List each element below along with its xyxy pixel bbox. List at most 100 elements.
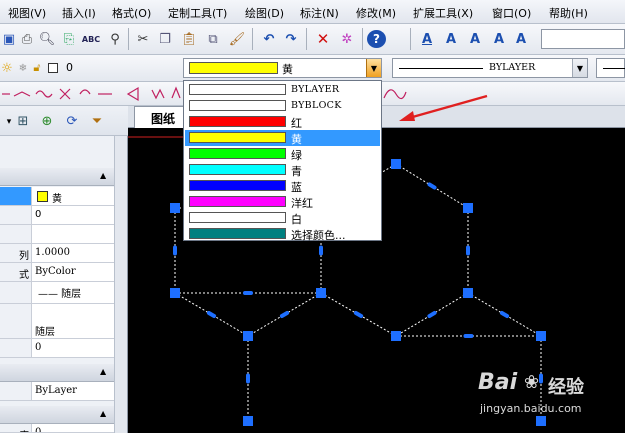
color-option[interactable]: BYLAYER [185,82,380,98]
vertex-grip [316,288,326,298]
edge-midpoint-grip [173,245,177,256]
edit-text-icon[interactable]: A [466,30,484,48]
property-row-blank[interactable] [0,225,114,244]
filter-icon[interactable]: ⏷ [88,112,106,130]
property-row-color[interactable]: 黄 [0,187,114,206]
vertex-grip [170,288,180,298]
paste-icon[interactable]: 📋︎ [180,30,198,48]
quick-select-icon[interactable]: ⟳ [63,112,81,130]
tab-drawing-label: 图纸 [151,112,176,126]
vertex-grip [536,331,546,341]
color-dropdown-list[interactable]: BYLAYER BYBLOCK 红黄绿青蓝洋红白选择颜色... [183,80,382,242]
section-header-view[interactable]: ▲ [0,406,114,424]
single-line-text-icon[interactable]: A [442,30,460,48]
vertex-grip [391,159,401,169]
find-icon[interactable]: ⚲ [106,30,124,48]
layer-combo-value[interactable]: 0 [66,61,73,74]
linetype-combo[interactable]: BYLAYER ▼ [392,58,588,78]
color-option[interactable]: 蓝 [185,178,380,194]
menu-view[interactable]: 视图(V) [8,5,46,21]
color-option-label: BYLAYER [291,84,340,95]
collapse-icon[interactable]: ▲ [100,409,106,418]
section-header-general[interactable]: ▲ [0,168,114,186]
print-icon[interactable]: ⎙ [18,30,36,48]
copy-base-icon[interactable]: ⧉ [204,30,222,48]
color-option-label: 红 [291,117,302,130]
color-option[interactable]: 青 [185,162,380,178]
revcloud-icon [151,88,165,100]
match-properties-icon[interactable]: 🖌︎ [228,30,246,48]
xline-icon [13,91,31,97]
color-option[interactable]: BYBLOCK [185,98,380,114]
menu-dimension[interactable]: 标注(N) [300,5,339,21]
menu-bar: 视图(V) 插入(I) 格式(O) 定制工具(T) 绘图(D) 标注(N) 修改… [0,0,625,24]
menu-insert[interactable]: 插入(I) [62,5,96,21]
preview-icon[interactable]: 🔍︎ [38,30,56,48]
property-plotstyle2-value: ByLayer [35,385,77,396]
color-option[interactable]: 白 [185,210,380,226]
toggle-pickadd-icon[interactable]: ⊞ [14,112,32,130]
chevron-down-icon[interactable]: ▼ [572,59,587,77]
spellcheck-icon[interactable]: ABC [82,30,100,48]
polygon-icon [126,86,139,102]
property-bottom-value: 0 [35,427,42,433]
color-option-swatch [189,132,286,143]
color-option[interactable]: 黄 [185,130,380,146]
property-row-thickness[interactable]: 0 [0,339,114,358]
color-combo[interactable]: 黄 ▼ [183,58,382,78]
redo-icon[interactable]: ↷ [282,30,300,48]
property-row-layer[interactable]: 0 [0,206,114,225]
layer-color-swatch [48,63,58,73]
menu-help[interactable]: 帮助(H) [549,5,588,21]
edge-midpoint-grip [466,245,470,256]
copy-icon[interactable]: ❐ [156,30,174,48]
undo-icon[interactable]: ↶ [260,30,278,48]
vertex-grip [391,331,401,341]
explode-icon[interactable]: ✲ [338,30,356,48]
color-option-swatch [189,196,286,207]
color-option[interactable]: 绿 [185,146,380,162]
toolbar-separator [362,28,363,50]
text-style-combo[interactable] [541,29,625,49]
delete-icon[interactable]: ✕ [314,30,332,48]
menu-modify[interactable]: 修改(M) [356,5,396,21]
collapse-icon[interactable]: ▲ [100,367,106,376]
tab-drawing[interactable]: 图纸 [134,106,190,128]
layer-lock-icon[interactable]: 🔓︎ [28,59,46,77]
watermark-url: jingyan.baidu.com [480,402,582,415]
collapse-icon[interactable]: ▲ [100,171,106,180]
lineweight-combo[interactable] [596,58,625,78]
property-row-ltscale[interactable]: 列 1.0000 [0,244,114,263]
menu-window[interactable]: 窗口(O) [492,5,531,21]
color-option[interactable]: 洋红 [185,194,380,210]
select-objects-icon[interactable]: ⊕ [38,112,56,130]
properties-scrollbar[interactable] [114,136,127,433]
properties-toolbar: ☼ ❄ 🔓︎ 0 黄 ▼ BYLAYER ▼ [0,55,625,82]
property-row-linetype[interactable]: —— 随层 [0,282,114,304]
paw-icon: ❀ [524,372,540,393]
section-header-plot[interactable]: ▲ [0,364,114,382]
property-row-lineweight[interactable]: 随层 [0,320,114,339]
color-option[interactable]: 红 [185,114,380,130]
cut-icon[interactable]: ✂ [134,30,152,48]
edge-midpoint-grip [279,310,290,319]
linetype-preview [399,68,483,69]
property-row-bottom[interactable]: 度 0 [0,424,114,433]
save-icon[interactable]: ▣ [0,30,18,48]
publish-icon[interactable]: ⎘ [60,30,78,48]
text-scale-icon[interactable]: A [512,30,530,48]
menu-tools[interactable]: 定制工具(T) [168,5,227,21]
text-style-icon[interactable]: A [418,30,436,48]
color-option-label: 蓝 [291,181,302,194]
menu-format[interactable]: 格式(O) [112,5,151,21]
chevron-down-icon[interactable]: ▼ [366,59,381,77]
property-row-plotstyle[interactable]: 式 ByColor [0,263,114,282]
color-combo-swatch [189,62,278,74]
property-row-plotstyle2[interactable]: ByLayer [0,382,114,401]
menu-draw[interactable]: 绘图(D) [245,5,284,21]
find-text-icon[interactable]: A [490,30,508,48]
edge-midpoint-grip [427,182,437,190]
color-option[interactable]: 选择颜色... [185,226,380,242]
help-icon[interactable]: ? [367,30,386,48]
menu-extend[interactable]: 扩展工具(X) [413,5,473,21]
